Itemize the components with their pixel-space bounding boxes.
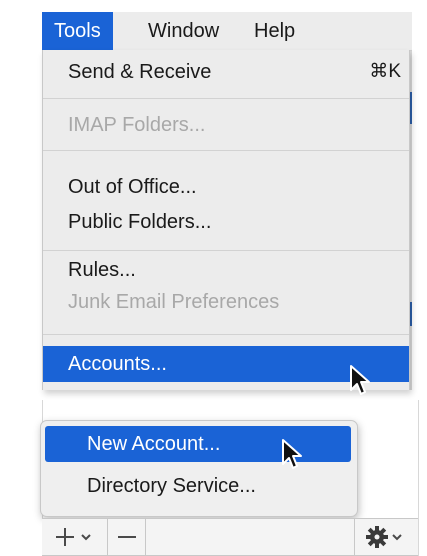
menu-item-out-of-office[interactable]: Out of Office... [43, 171, 409, 203]
menu-separator [43, 150, 409, 151]
menu-separator [43, 98, 409, 99]
menu-item-public-folders[interactable]: Public Folders... [43, 206, 409, 238]
tools-menu-panel: Tools Window Help Send & Receive ⌘K IMAP… [0, 0, 427, 395]
menu-tools[interactable]: Tools [42, 12, 113, 50]
shortcut-label: ⌘K [369, 61, 401, 82]
menu-item-send-receive[interactable]: Send & Receive ⌘K [43, 56, 409, 88]
menu-help[interactable]: Help [242, 12, 307, 50]
tools-dropdown: Send & Receive ⌘K IMAP Folders... Out of… [42, 50, 410, 390]
plus-icon [56, 528, 91, 546]
menu-window[interactable]: Window [136, 12, 231, 50]
add-account-popup: New Account... Directory Service... [40, 420, 358, 517]
account-settings-button[interactable] [354, 519, 418, 555]
mouse-pointer-icon [350, 365, 370, 395]
menu-item-junk-email-preferences[interactable]: Junk Email Preferences [43, 286, 409, 318]
menu-separator [43, 250, 409, 251]
menu-item-directory-service[interactable]: Directory Service... [45, 468, 351, 504]
accounts-pane: New Account... Directory Service... [0, 400, 427, 556]
menu-item-label: Send & Receive [68, 61, 212, 83]
menu-item-imap-folders[interactable]: IMAP Folders... [43, 109, 409, 141]
accounts-toolbar [42, 518, 418, 556]
minus-icon [118, 536, 136, 538]
add-account-button[interactable] [42, 519, 108, 555]
menu-separator [43, 334, 409, 335]
remove-account-button[interactable] [108, 519, 146, 555]
gear-icon [366, 526, 402, 548]
menu-bar: Tools Window Help [42, 12, 412, 51]
menu-item-rules[interactable]: Rules... [43, 254, 409, 286]
mouse-pointer-icon [282, 439, 302, 469]
